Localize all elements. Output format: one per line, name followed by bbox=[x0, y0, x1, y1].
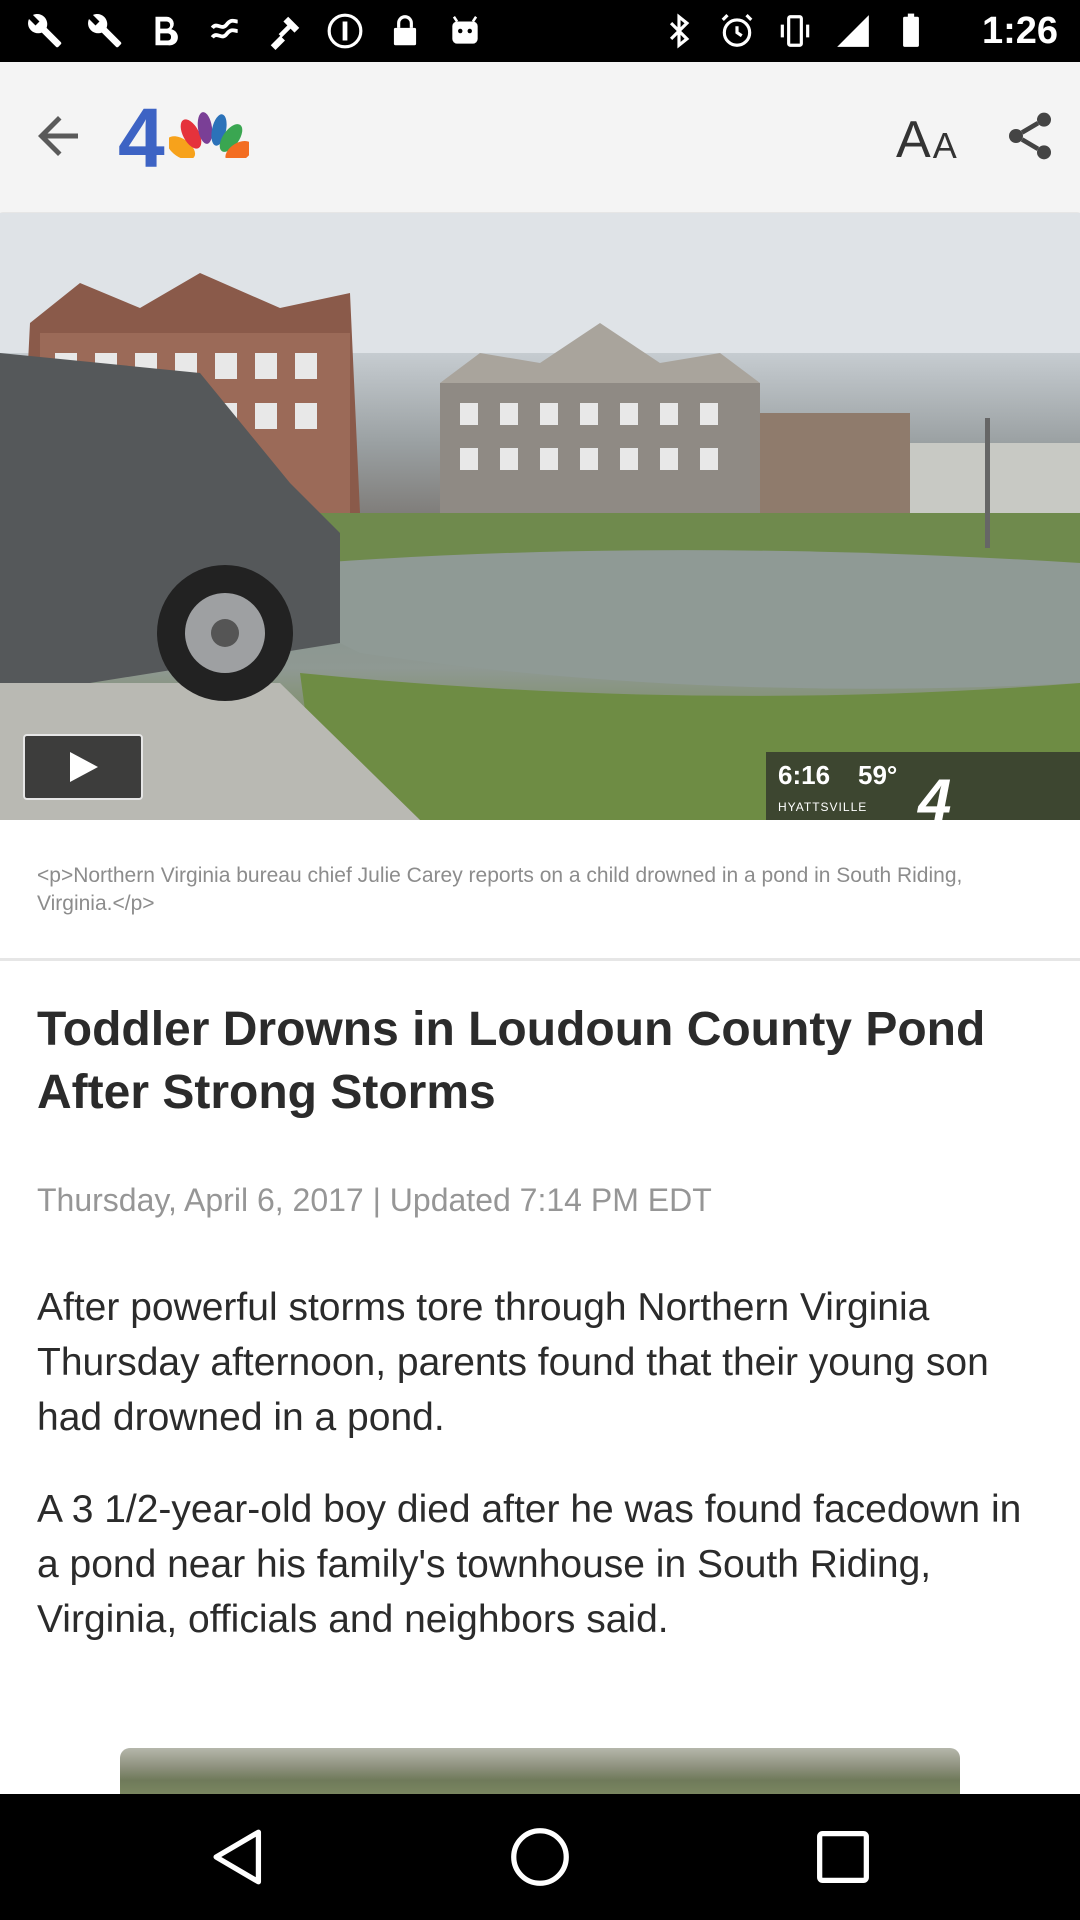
text-size-button[interactable]: A A bbox=[896, 106, 966, 166]
navigation-bar bbox=[0, 1794, 1080, 1920]
article-dateline: Thursday, April 6, 2017 | Updated 7:14 P… bbox=[37, 1182, 712, 1218]
overlay-channel: 4 bbox=[918, 767, 952, 834]
bluetooth-icon bbox=[669, 13, 690, 49]
alarm-icon bbox=[721, 14, 753, 47]
nav-recent-apps-icon[interactable] bbox=[808, 1822, 878, 1892]
info-icon bbox=[327, 13, 363, 49]
back-arrow-icon[interactable] bbox=[28, 106, 88, 166]
video-thumbnail[interactable] bbox=[0, 213, 1080, 820]
text-size-small-a: A bbox=[932, 125, 957, 166]
fake-gps-icon bbox=[270, 16, 300, 50]
text-size-big-a: A bbox=[896, 111, 931, 169]
news-overlay: 6:16 59° HYATTSVILLE 4 bbox=[766, 752, 1080, 834]
battery-icon bbox=[903, 13, 919, 47]
wrench-icon bbox=[28, 14, 62, 48]
article-headline: Toddler Drowns in Loudoun County Pond Af… bbox=[37, 1003, 986, 1119]
swipe-icon bbox=[210, 18, 238, 39]
share-icon[interactable] bbox=[1002, 108, 1058, 164]
logo-number: 4 bbox=[118, 91, 165, 185]
signal-icon bbox=[837, 15, 869, 47]
overlay-time: 6:16 bbox=[778, 760, 831, 790]
bold-b-icon bbox=[155, 16, 178, 46]
vibrate-icon bbox=[780, 15, 810, 47]
lock-icon bbox=[393, 15, 417, 46]
status-bar: 1:26 bbox=[0, 0, 1080, 62]
townhouses-scene-image bbox=[0, 213, 1080, 820]
divider bbox=[0, 958, 1080, 961]
nav-home-icon[interactable] bbox=[505, 1822, 575, 1892]
video-caption: <p>Northern Virginia bureau chief Julie … bbox=[37, 864, 963, 915]
overlay-temperature: 59° bbox=[858, 760, 898, 790]
article-paragraph: After powerful storms tore through North… bbox=[37, 1286, 989, 1439]
nav-back-icon[interactable] bbox=[203, 1822, 273, 1892]
article-paragraph: A 3 1/2-year-old boy died after he was f… bbox=[37, 1488, 1022, 1641]
android-icon bbox=[452, 16, 478, 44]
nbc-peacock-icon bbox=[168, 112, 249, 168]
app-bar: 4 A A bbox=[0, 62, 1080, 212]
inline-article-image[interactable] bbox=[120, 1748, 960, 1794]
wrench-icon bbox=[88, 14, 122, 48]
nbc4-logo[interactable]: 4 bbox=[118, 91, 249, 185]
status-time: 1:26 bbox=[981, 10, 1058, 52]
play-button[interactable] bbox=[23, 734, 143, 800]
overlay-location: HYATTSVILLE bbox=[778, 800, 868, 814]
